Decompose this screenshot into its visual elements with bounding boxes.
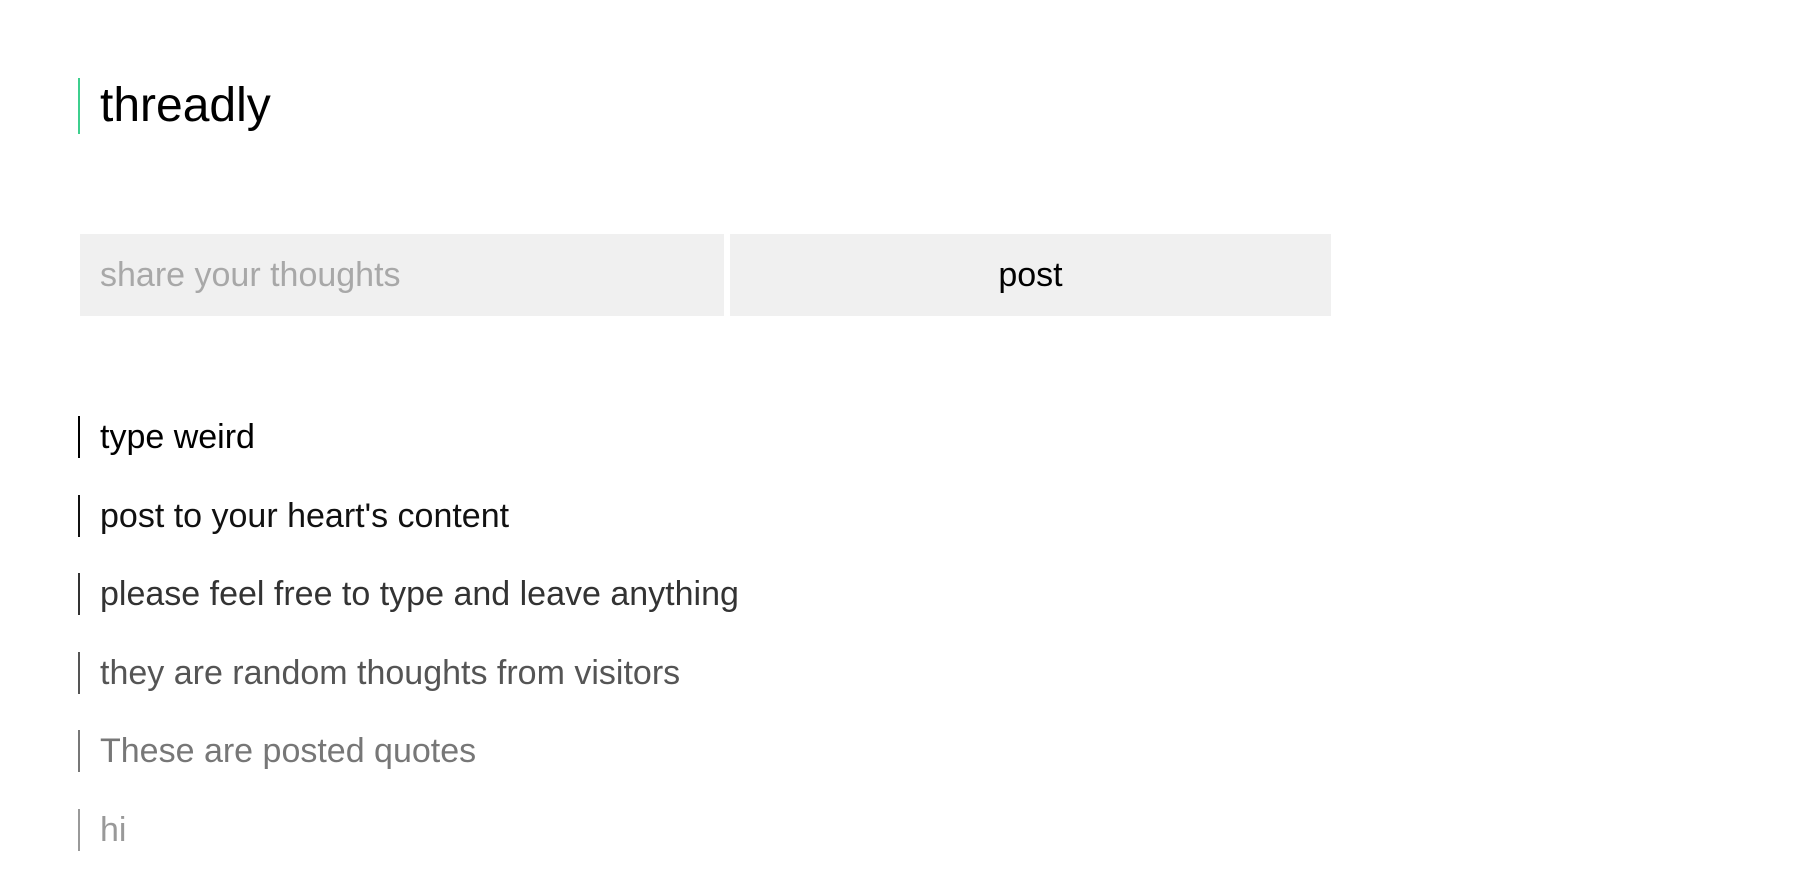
post-item: please feel free to type and leave anyth… <box>78 573 739 615</box>
post-item: type weird <box>78 416 739 458</box>
post-accent-bar <box>78 808 80 851</box>
post-accent-bar <box>78 494 80 537</box>
brand-header: threadly <box>78 78 271 134</box>
post-item: they are random thoughts from visitors <box>78 651 739 694</box>
post-text: hi <box>100 810 127 849</box>
post-text: please feel free to type and leave anyth… <box>100 575 739 613</box>
thought-input[interactable] <box>80 234 724 316</box>
post-item: post to your heart's content <box>78 494 739 537</box>
post-accent-bar <box>78 416 80 458</box>
post-item: hi <box>78 808 739 851</box>
post-text: they are random thoughts from visitors <box>100 653 681 692</box>
brand-accent-bar <box>78 78 80 134</box>
app-root: threadly post type weird post to your hea… <box>0 0 1807 851</box>
post-accent-bar <box>78 730 80 772</box>
app-title: threadly <box>100 79 271 132</box>
post-button[interactable]: post <box>730 234 1331 316</box>
post-item: These are posted quotes <box>78 730 739 772</box>
post-list: type weird post to your heart's content pl… <box>78 416 739 887</box>
post-text: These are posted quotes <box>100 732 477 770</box>
post-text: type weird <box>100 418 255 456</box>
post-accent-bar <box>78 573 80 615</box>
post-text: post to your heart's content <box>100 496 510 535</box>
post-accent-bar <box>78 651 80 694</box>
composer-form: post <box>80 234 1331 316</box>
